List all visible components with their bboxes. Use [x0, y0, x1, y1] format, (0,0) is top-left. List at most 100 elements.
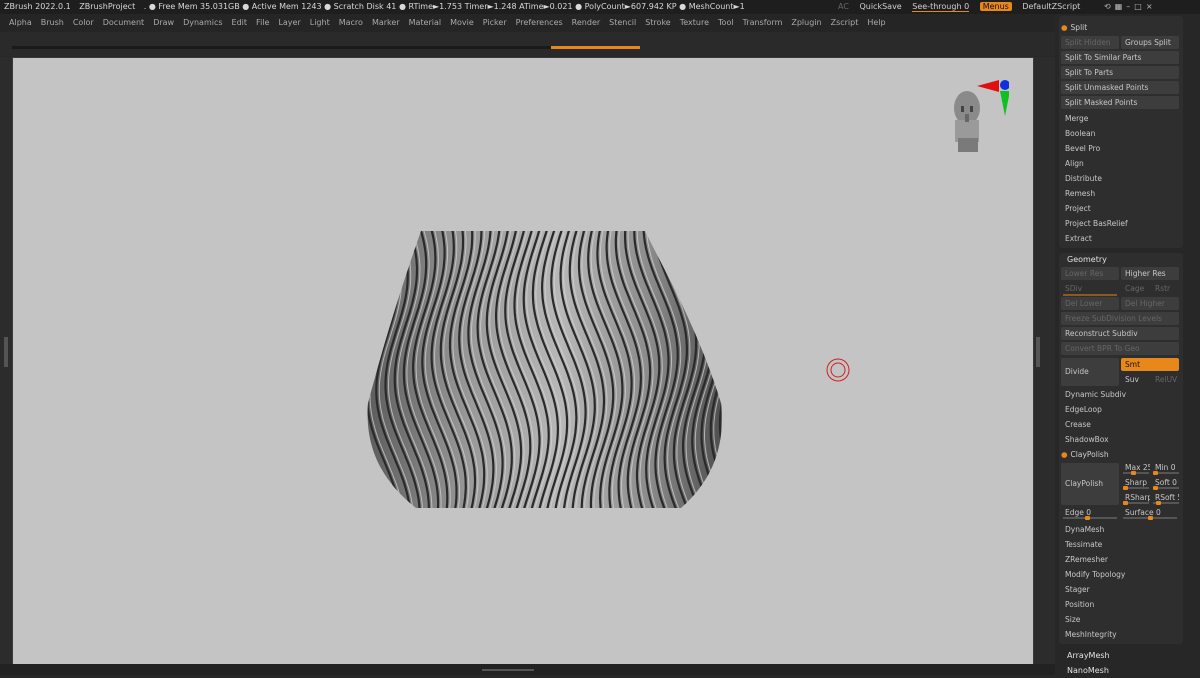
menu-file[interactable]: File — [256, 14, 269, 32]
undo-history-icon[interactable]: ⟲ — [1104, 2, 1115, 11]
position-section[interactable]: Position — [1061, 598, 1179, 611]
rsoft-slider-track[interactable] — [1153, 501, 1179, 505]
surface-slider-track[interactable] — [1123, 516, 1177, 520]
menu-brush[interactable]: Brush — [41, 14, 64, 32]
gizmo-y-axis[interactable] — [1000, 91, 1009, 116]
soft-slider-track[interactable] — [1153, 486, 1179, 490]
remesh-section[interactable]: Remesh — [1061, 187, 1179, 200]
menu-color[interactable]: Color — [73, 14, 94, 32]
crease-section[interactable]: Crease — [1061, 418, 1179, 431]
zremesher-section[interactable]: ZRemesher — [1061, 553, 1179, 566]
lower-res-button[interactable]: Lower Res — [1061, 267, 1119, 280]
menu-zplugin[interactable]: Zplugin — [791, 14, 821, 32]
reconstruct-subdiv-button[interactable]: Reconstruct Subdiv — [1061, 327, 1179, 340]
menu-picker[interactable]: Picker — [483, 14, 507, 32]
min-slider-track[interactable] — [1153, 471, 1179, 475]
see-through-slider[interactable]: See-through 0 — [912, 2, 970, 12]
edgeloop-section[interactable]: EdgeLoop — [1061, 403, 1179, 416]
del-higher-button[interactable]: Del Higher — [1121, 297, 1179, 310]
modify-topology-section[interactable]: Modify Topology — [1061, 568, 1179, 581]
menu-dynamics[interactable]: Dynamics — [183, 14, 222, 32]
menu-light[interactable]: Light — [310, 14, 330, 32]
menu-material[interactable]: Material — [409, 14, 442, 32]
tessimate-section[interactable]: Tessimate — [1061, 538, 1179, 551]
menu-macro[interactable]: Macro — [339, 14, 363, 32]
merge-section[interactable]: Merge — [1061, 112, 1179, 125]
del-lower-button[interactable]: Del Lower — [1061, 297, 1119, 310]
sdiv-slider-track[interactable] — [1063, 294, 1117, 296]
higher-res-button[interactable]: Higher Res — [1121, 267, 1179, 280]
menu-draw[interactable]: Draw — [153, 14, 174, 32]
max-slider-track[interactable] — [1123, 471, 1149, 475]
nanomesh-header[interactable]: NanoMesh — [1067, 664, 1109, 678]
close-icon[interactable]: × — [1146, 2, 1157, 11]
smt-toggle[interactable]: Smt — [1121, 358, 1179, 371]
menu-edit[interactable]: Edit — [232, 14, 248, 32]
align-section[interactable]: Align — [1061, 157, 1179, 170]
menu-stencil[interactable]: Stencil — [609, 14, 636, 32]
ac-button[interactable]: AC — [838, 2, 849, 11]
arraymesh-header[interactable]: ArrayMesh — [1067, 649, 1110, 663]
split-header[interactable]: ● Split — [1061, 21, 1087, 34]
split-masked-button[interactable]: Split Masked Points — [1061, 96, 1179, 109]
split-hidden-button[interactable]: Split Hidden — [1061, 36, 1119, 49]
menu-movie[interactable]: Movie — [450, 14, 474, 32]
menu-help[interactable]: Help — [867, 14, 885, 32]
project-basrelief-section[interactable]: Project BasRelief — [1061, 217, 1179, 230]
suv-toggle[interactable]: Suv — [1121, 373, 1149, 386]
rsharp-slider-track[interactable] — [1123, 501, 1149, 505]
geometry-header[interactable]: Geometry — [1067, 253, 1107, 267]
dynamic-subdiv-section[interactable]: Dynamic Subdiv — [1061, 388, 1179, 401]
stager-section[interactable]: Stager — [1061, 583, 1179, 596]
default-zscript-button[interactable]: DefaultZScript — [1022, 2, 1080, 11]
groups-split-button[interactable]: Groups Split — [1121, 36, 1179, 49]
menu-alpha[interactable]: Alpha — [9, 14, 32, 32]
menu-stroke[interactable]: Stroke — [645, 14, 671, 32]
boolean-section[interactable]: Boolean — [1061, 127, 1179, 140]
edge-slider-track[interactable] — [1063, 516, 1117, 520]
tool-palette: ● Split Split Hidden Groups Split Split T… — [1055, 14, 1200, 675]
extract-section[interactable]: Extract — [1061, 232, 1179, 245]
claypolish-button[interactable]: ClayPolish — [1061, 463, 1119, 505]
bottom-shelf-handle[interactable] — [482, 669, 534, 671]
rstr-button[interactable]: Rstr — [1151, 282, 1179, 295]
claypolish-header[interactable]: ● ClayPolish — [1061, 448, 1109, 461]
gizmo-z-axis[interactable] — [1000, 80, 1009, 90]
convert-bpr-button[interactable]: Convert BPR To Geo — [1061, 342, 1179, 355]
cage-button[interactable]: Cage — [1121, 282, 1149, 295]
quicksave-button[interactable]: QuickSave — [859, 2, 901, 11]
menu-document[interactable]: Document — [103, 14, 144, 32]
menu-tool[interactable]: Tool — [718, 14, 734, 32]
freeze-subdiv-button[interactable]: Freeze SubDivision Levels — [1061, 312, 1179, 325]
menu-marker[interactable]: Marker — [372, 14, 400, 32]
divide-button[interactable]: Divide — [1061, 358, 1119, 386]
bevel-pro-section[interactable]: Bevel Pro — [1061, 142, 1179, 155]
canvas-viewport[interactable] — [12, 57, 1034, 666]
menus-toggle[interactable]: Menus — [979, 2, 1012, 11]
menu-preferences[interactable]: Preferences — [516, 14, 563, 32]
left-shelf-handle[interactable] — [4, 337, 8, 367]
project-section[interactable]: Project — [1061, 202, 1179, 215]
size-section[interactable]: Size — [1061, 613, 1179, 626]
maximize-icon[interactable]: □ — [1134, 2, 1146, 11]
menu-texture[interactable]: Texture — [680, 14, 709, 32]
split-similar-parts-button[interactable]: Split To Similar Parts — [1061, 51, 1179, 64]
gizmo-x-axis[interactable] — [977, 80, 999, 92]
menu-layer[interactable]: Layer — [278, 14, 300, 32]
meshintegrity-section[interactable]: MeshIntegrity — [1061, 628, 1179, 641]
orientation-gizmo[interactable] — [949, 76, 1009, 156]
shadowbox-section[interactable]: ShadowBox — [1061, 433, 1179, 446]
project-name: ZBrushProject — [79, 2, 136, 11]
sharp-slider-track[interactable] — [1123, 486, 1149, 490]
split-unmasked-button[interactable]: Split Unmasked Points — [1061, 81, 1179, 94]
subtool-split-section: ● Split Split Hidden Groups Split Split T… — [1059, 16, 1183, 248]
reluv-toggle[interactable]: RelUV — [1151, 373, 1179, 386]
menu-render[interactable]: Render — [572, 14, 600, 32]
menu-transform[interactable]: Transform — [743, 14, 783, 32]
right-shelf-handle[interactable] — [1036, 337, 1040, 367]
menu-zscript[interactable]: Zscript — [831, 14, 859, 32]
distribute-section[interactable]: Distribute — [1061, 172, 1179, 185]
layout-icon[interactable]: ▦ — [1115, 2, 1127, 11]
dynamesh-section[interactable]: DynaMesh — [1061, 523, 1179, 536]
split-to-parts-button[interactable]: Split To Parts — [1061, 66, 1179, 79]
